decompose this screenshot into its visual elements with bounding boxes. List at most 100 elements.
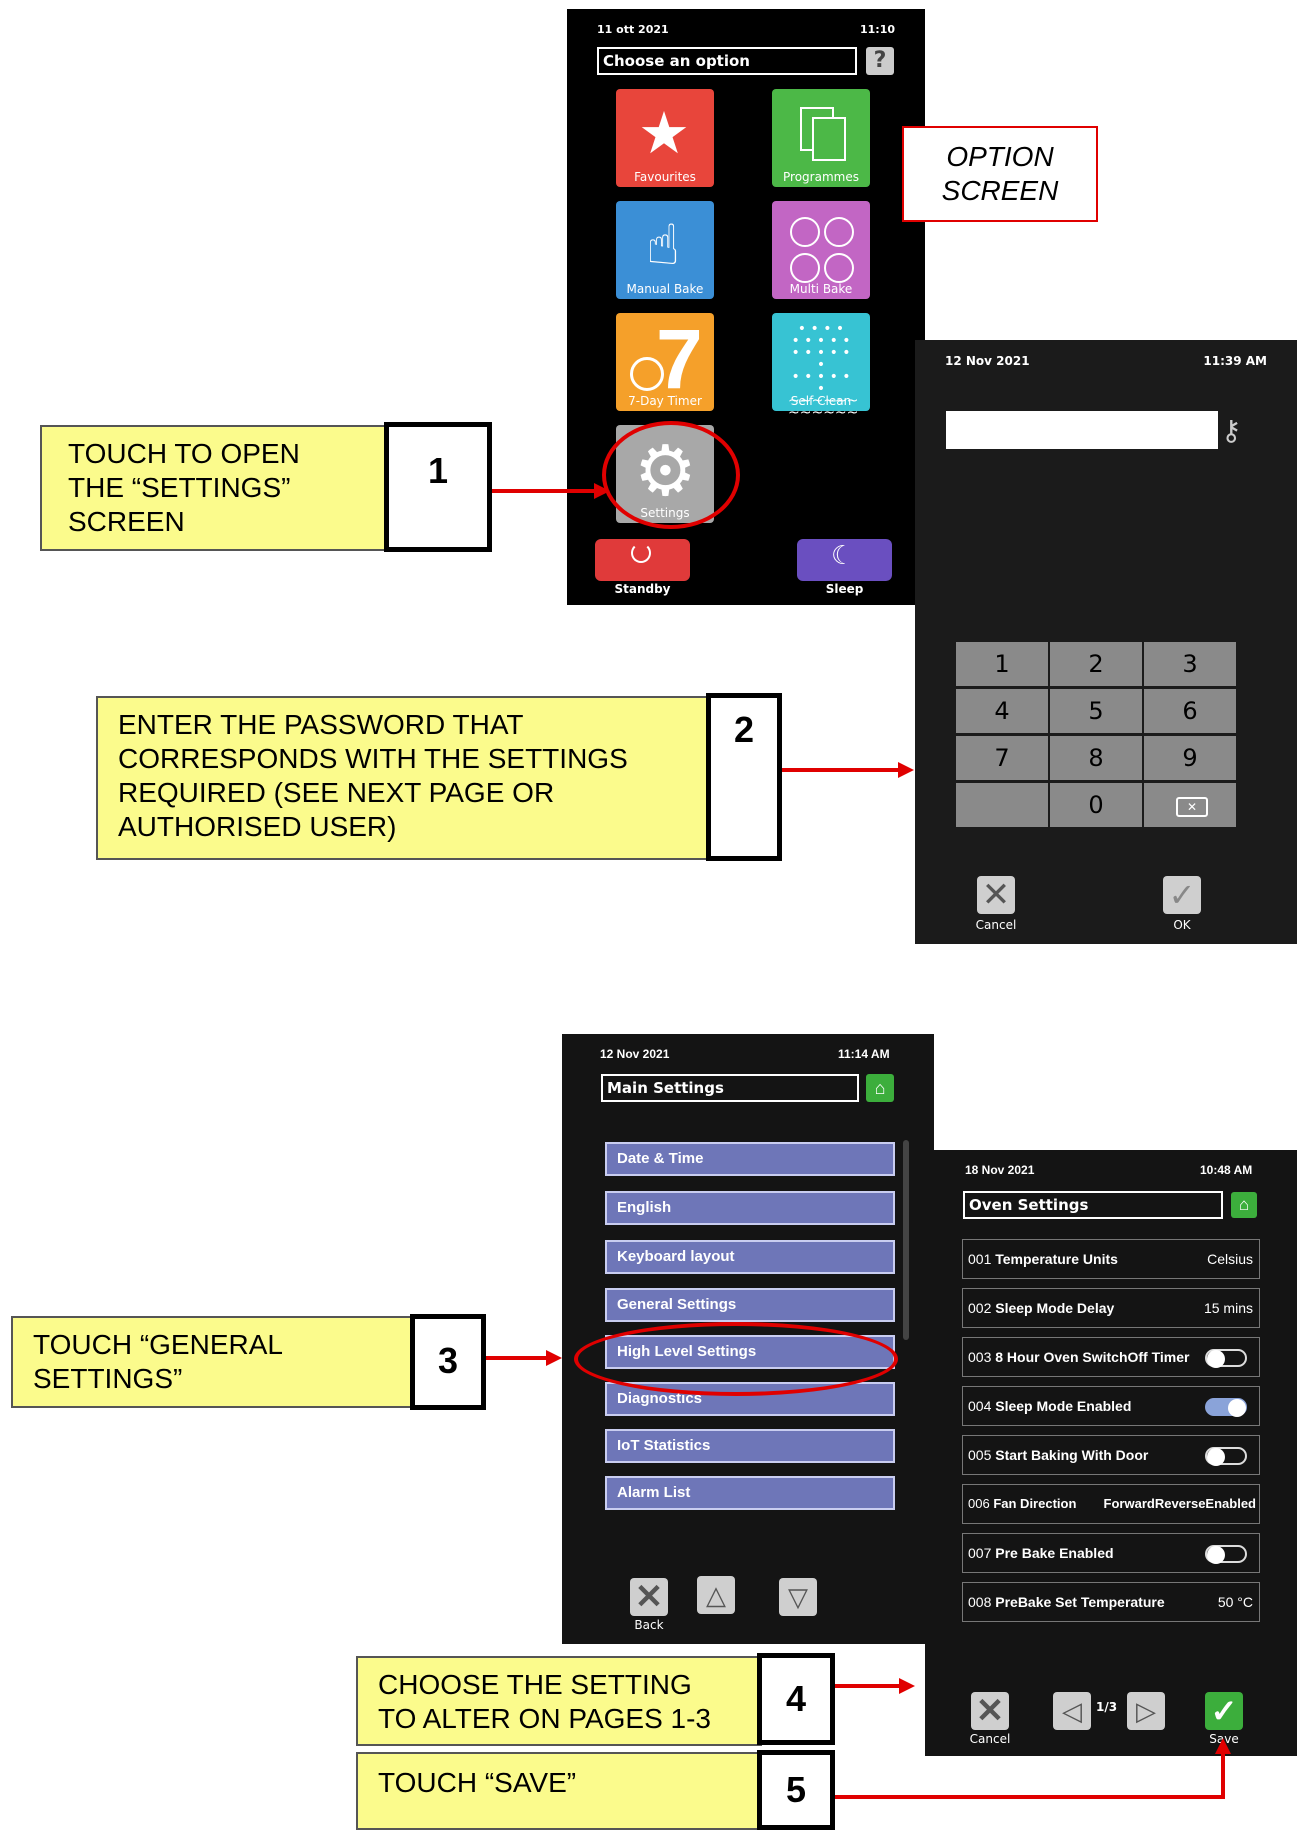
backspace-key[interactable]: ✕: [1144, 783, 1236, 827]
annotation-1: TOUCH TO OPEN THE “SETTINGS” SCREEN: [40, 425, 390, 551]
menu-item-english[interactable]: English: [605, 1191, 895, 1225]
option-screen: 11 ott 2021 11:10 Choose an option ? ★ F…: [567, 9, 925, 605]
self-clean-label: Self Clean: [790, 394, 852, 408]
close-icon: ✕: [975, 1692, 1005, 1730]
standby-button[interactable]: [595, 539, 690, 581]
ok-button[interactable]: ✓: [1163, 876, 1201, 914]
keypad-key-5[interactable]: 5: [1050, 689, 1142, 733]
setting-row-start-baking-door[interactable]: 005 Start Baking With Door: [962, 1435, 1260, 1475]
menu-item-general-settings[interactable]: General Settings: [605, 1288, 895, 1322]
documents-icon-front: [812, 117, 846, 161]
star-icon: ★: [638, 99, 690, 167]
arrow-3-head: [546, 1350, 562, 1366]
arrow-1-line: [492, 489, 596, 493]
triangle-right-icon: ▷: [1136, 1696, 1156, 1726]
triangle-left-icon: ◁: [1062, 1696, 1082, 1726]
next-page-button[interactable]: ▷: [1127, 1692, 1165, 1730]
toggle-switch-off[interactable]: [1205, 1447, 1247, 1466]
row-code: 006: [968, 1496, 990, 1511]
setting-row-pre-bake-enabled[interactable]: 007 Pre Bake Enabled: [962, 1533, 1260, 1573]
menu-item-keyboard-layout[interactable]: Keyboard layout: [605, 1240, 895, 1274]
row-value: 15 mins: [1203, 1300, 1253, 1316]
hand-pointer-icon: ☝: [646, 213, 681, 278]
row-code: 008: [968, 1594, 992, 1610]
setting-row-fan-direction[interactable]: 006 Fan Direction ForwardReverseEnabled: [962, 1484, 1260, 1524]
row-label: Sleep Mode Delay: [995, 1300, 1115, 1316]
step-number-3: 3: [410, 1314, 486, 1410]
setting-row-sleep-mode-delay[interactable]: 002 Sleep Mode Delay 15 mins: [962, 1288, 1260, 1328]
keypad-key-1[interactable]: 1: [956, 642, 1048, 686]
programmes-label: Programmes: [783, 170, 859, 184]
home-icon: ⌂: [874, 1078, 886, 1098]
close-icon: ✕: [634, 1578, 664, 1616]
arrow-2-head: [898, 762, 914, 778]
main-settings-date: 12 Nov 2021: [600, 1047, 670, 1061]
triangle-up-icon: △: [706, 1580, 726, 1610]
annotation-4-line1: CHOOSE THE SETTING: [378, 1669, 692, 1700]
back-label: Back: [634, 1618, 664, 1632]
oven-cancel-button[interactable]: ✕: [971, 1692, 1009, 1730]
password-input[interactable]: [946, 411, 1218, 449]
scrollbar[interactable]: [903, 1140, 909, 1340]
scroll-up-button[interactable]: △: [697, 1576, 735, 1614]
menu-item-date-time[interactable]: Date & Time: [605, 1142, 895, 1176]
keypad-key-9[interactable]: 9: [1144, 736, 1236, 780]
oven-home-button[interactable]: ⌂: [1231, 1192, 1257, 1218]
prev-page-button[interactable]: ◁: [1053, 1692, 1091, 1730]
setting-row-temperature-units[interactable]: 001 Temperature Units Celsius: [962, 1239, 1260, 1279]
password-screen: 12 Nov 2021 11:39 AM ⚷ 1 2 3 4 5 6 7 8 9…: [915, 340, 1297, 944]
annotation-1-line2: THE “SETTINGS”: [68, 472, 291, 503]
main-settings-time: 11:14 AM: [838, 1047, 890, 1061]
keypad-key-6[interactable]: 6: [1144, 689, 1236, 733]
toggle-switch-off[interactable]: [1205, 1545, 1247, 1564]
triangle-down-icon: ▽: [788, 1582, 808, 1612]
row-code: 005: [968, 1447, 992, 1463]
annotation-2-line3: REQUIRED (SEE NEXT PAGE OR: [118, 777, 555, 808]
power-icon: [631, 543, 651, 563]
key-icon: ⚷: [1221, 414, 1242, 447]
caption-line1: OPTION: [946, 141, 1054, 172]
setting-row-prebake-temperature[interactable]: 008 PreBake Set Temperature 50 °C: [962, 1582, 1260, 1622]
toggle-switch-on[interactable]: [1205, 1398, 1247, 1417]
keypad-key-blank: [956, 783, 1048, 827]
row-code: 001: [968, 1251, 992, 1267]
keypad-key-4[interactable]: 4: [956, 689, 1048, 733]
setting-row-8-hour-switchoff[interactable]: 003 8 Hour Oven SwitchOff Timer: [962, 1337, 1260, 1377]
keypad-key-7[interactable]: 7: [956, 736, 1048, 780]
menu-item-alarm-list[interactable]: Alarm List: [605, 1476, 895, 1510]
keypad-key-2[interactable]: 2: [1050, 642, 1142, 686]
sleep-button[interactable]: ☾: [797, 539, 892, 581]
annotation-3: TOUCH “GENERAL SETTINGS”: [11, 1316, 415, 1408]
arrow-5-vertical: [1221, 1752, 1225, 1799]
back-button[interactable]: ✕: [630, 1578, 668, 1616]
favourites-label: Favourites: [634, 170, 696, 184]
step-number-1: 1: [384, 422, 492, 552]
check-icon: ✓: [1168, 876, 1196, 914]
toggle-switch-off[interactable]: [1205, 1349, 1247, 1368]
step-number-2: 2: [706, 693, 782, 861]
keypad-key-3[interactable]: 3: [1144, 642, 1236, 686]
keypad-key-0[interactable]: 0: [1050, 783, 1142, 827]
cancel-label: Cancel: [975, 918, 1017, 932]
annotation-4-line2: TO ALTER ON PAGES 1-3: [378, 1703, 711, 1734]
row-label: Pre Bake Enabled: [995, 1545, 1114, 1561]
clock-icon-2: [824, 217, 854, 247]
cancel-button[interactable]: ✕: [977, 876, 1015, 914]
main-settings-title: Main Settings: [601, 1074, 859, 1102]
annotation-2: ENTER THE PASSWORD THAT CORRESPONDS WITH…: [96, 696, 712, 860]
row-label: Sleep Mode Enabled: [995, 1398, 1132, 1414]
keypad-key-8[interactable]: 8: [1050, 736, 1142, 780]
row-value: Celsius: [1207, 1251, 1253, 1267]
help-icon[interactable]: ?: [866, 47, 894, 75]
row-label: 8 Hour Oven SwitchOff Timer: [995, 1349, 1190, 1365]
save-button[interactable]: ✓: [1205, 1692, 1243, 1730]
home-button[interactable]: ⌂: [866, 1074, 894, 1102]
annotation-2-line1: ENTER THE PASSWORD THAT: [118, 709, 524, 740]
scroll-down-button[interactable]: ▽: [779, 1578, 817, 1616]
arrow-1-head: [594, 483, 610, 499]
menu-item-iot-statistics[interactable]: IoT Statistics: [605, 1429, 895, 1463]
setting-row-sleep-mode-enabled[interactable]: 004 Sleep Mode Enabled: [962, 1386, 1260, 1426]
annotation-4: CHOOSE THE SETTING TO ALTER ON PAGES 1-3: [356, 1656, 762, 1746]
option-prompt: Choose an option: [597, 47, 857, 75]
check-icon: ✓: [1210, 1693, 1238, 1729]
